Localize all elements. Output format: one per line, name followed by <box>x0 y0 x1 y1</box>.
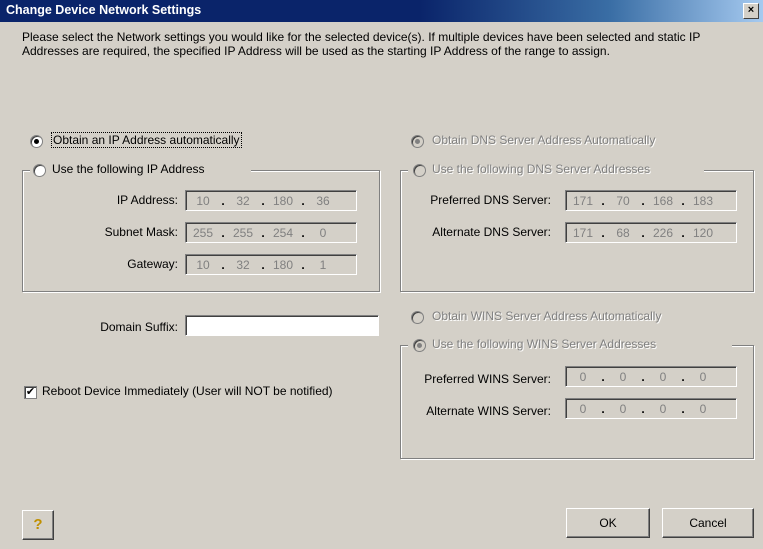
alternate-wins-field[interactable]: 0. 0. 0. 0 <box>565 398 737 419</box>
title-bar[interactable]: Change Device Network Settings × <box>0 0 763 22</box>
gateway-field[interactable]: 10. 32. 180. 1 <box>185 254 357 275</box>
ip-address-label: IP Address: <box>116 193 178 207</box>
use-dns-radio[interactable] <box>413 164 426 177</box>
obtain-dns-auto-radio[interactable] <box>411 135 424 148</box>
obtain-dns-auto-label[interactable]: Obtain DNS Server Address Automatically <box>432 133 655 147</box>
checkmark-icon: ✔ <box>25 386 36 398</box>
alternate-dns-field[interactable]: 171. 68. 226. 120 <box>565 222 737 243</box>
ip-address-field[interactable]: 10. 32. 180. 36 <box>185 190 357 211</box>
window-title: Change Device Network Settings <box>6 3 202 17</box>
reboot-label[interactable]: Reboot Device Immediately (User will NOT… <box>42 384 333 398</box>
use-wins-radio[interactable] <box>413 339 426 352</box>
preferred-dns-label: Preferred DNS Server: <box>430 193 551 207</box>
close-button[interactable]: × <box>743 3 759 19</box>
obtain-ip-auto-radio[interactable] <box>30 135 43 148</box>
close-icon: × <box>747 4 755 16</box>
subnet-mask-label: Subnet Mask: <box>104 225 178 239</box>
use-static-ip-label[interactable]: Use the following IP Address <box>52 162 205 176</box>
reboot-checkbox[interactable]: ✔ <box>24 386 37 399</box>
use-static-ip-radio[interactable] <box>33 164 46 177</box>
alternate-wins-label: Alternate WINS Server: <box>426 404 551 418</box>
alternate-dns-label: Alternate DNS Server: <box>432 225 551 239</box>
cancel-button[interactable]: Cancel <box>662 508 754 538</box>
preferred-dns-field[interactable]: 171. 70. 168. 183 <box>565 190 737 211</box>
use-dns-label[interactable]: Use the following DNS Server Addresses <box>432 162 650 176</box>
use-wins-label[interactable]: Use the following WINS Server Addresses <box>432 337 656 351</box>
obtain-wins-auto-label[interactable]: Obtain WINS Server Address Automatically <box>432 309 661 323</box>
preferred-wins-label: Preferred WINS Server: <box>424 372 551 386</box>
obtain-ip-auto-label[interactable]: Obtain an IP Address automatically <box>51 132 242 148</box>
domain-suffix-label: Domain Suffix: <box>100 320 178 334</box>
ok-button[interactable]: OK <box>566 508 650 538</box>
domain-suffix-input[interactable] <box>185 315 379 336</box>
instructions-text: Please select the Network settings you w… <box>22 30 701 58</box>
help-button[interactable]: ? <box>22 510 54 540</box>
obtain-wins-auto-radio[interactable] <box>411 311 424 324</box>
gateway-label: Gateway: <box>127 257 178 271</box>
help-icon: ? <box>33 516 43 533</box>
preferred-wins-field[interactable]: 0. 0. 0. 0 <box>565 366 737 387</box>
subnet-mask-field[interactable]: 255. 255. 254. 0 <box>185 222 357 243</box>
